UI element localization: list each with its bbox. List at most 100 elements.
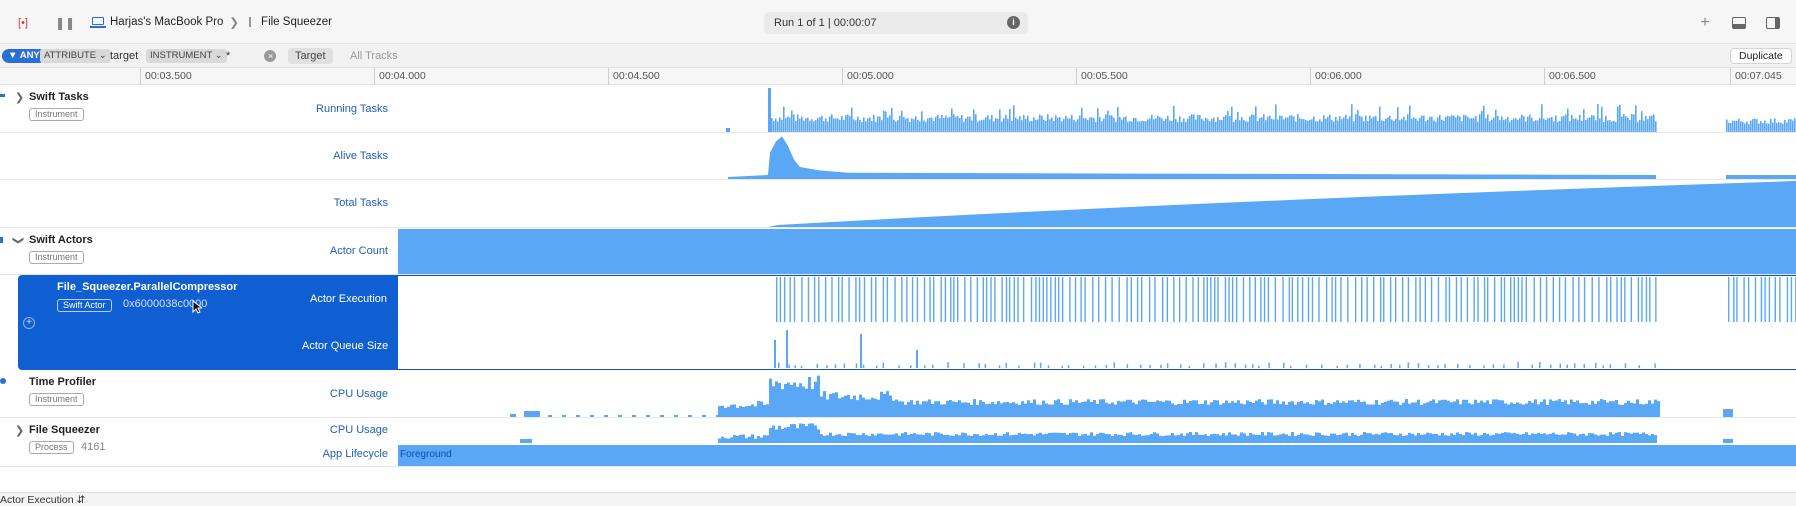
instrument-token[interactable]: INSTRUMENT ⌄ — [146, 49, 227, 63]
actor-queue-lane[interactable] — [398, 324, 1796, 368]
graph-bar — [1539, 362, 1541, 368]
graph-bar — [1246, 400, 1249, 417]
execution-interval — [801, 277, 803, 322]
graph-bar — [1265, 120, 1267, 132]
execution-interval — [1340, 277, 1342, 322]
graph-bar — [1387, 117, 1389, 132]
graph-bar — [1546, 404, 1549, 417]
running-tasks-lane[interactable] — [398, 86, 1796, 132]
graph-bar — [1072, 402, 1075, 417]
process-cpu-lane[interactable] — [398, 419, 1796, 443]
graph-bar — [1553, 121, 1555, 132]
graph-bar — [1653, 114, 1655, 132]
add-instrument-button[interactable]: + — [1694, 12, 1716, 34]
tab-target[interactable]: Target — [288, 48, 333, 64]
disclosure-right-icon[interactable]: ❯ — [15, 424, 24, 437]
graph-bar — [1489, 121, 1491, 132]
attribute-value[interactable]: target — [106, 49, 142, 63]
graph-bar — [862, 433, 865, 443]
toggle-right-panel-button[interactable] — [1762, 12, 1784, 34]
graph-bar — [1438, 400, 1441, 417]
actor-count-lane[interactable] — [398, 229, 1796, 274]
graph-bar — [1409, 105, 1411, 132]
execution-interval — [1424, 277, 1427, 322]
detail-selector[interactable]: Actor Execution ⇵ — [0, 494, 85, 506]
app-lifecycle-lane[interactable]: Foreground — [398, 445, 1796, 466]
graph-bar — [1339, 116, 1341, 132]
graph-bar — [1117, 400, 1120, 417]
alive-tasks-lane[interactable] — [398, 134, 1796, 179]
execution-interval — [1154, 277, 1156, 322]
clear-filter-icon[interactable]: × — [264, 50, 276, 62]
execution-interval — [1448, 277, 1451, 322]
disclosure-right-icon[interactable]: ❯ — [15, 91, 24, 104]
graph-bar — [751, 434, 754, 443]
graph-bar — [1601, 106, 1603, 132]
graph-bar — [892, 434, 895, 443]
any-label: ANY — [19, 50, 40, 61]
graph-bar — [1555, 434, 1558, 443]
graph-bar — [1591, 115, 1593, 132]
target-selector[interactable]: File Squeezer — [261, 16, 332, 28]
graph-bar — [889, 115, 891, 132]
graph-bar — [1537, 404, 1540, 417]
graph-bar — [1540, 434, 1543, 443]
graph-bar — [1732, 120, 1734, 132]
graph-bar — [1033, 435, 1036, 443]
graph-bar — [1746, 121, 1748, 132]
graph-bar — [1009, 108, 1011, 132]
graph-bar — [1318, 432, 1321, 443]
info-icon[interactable]: i — [1007, 16, 1020, 29]
record-button[interactable]: [•] — [12, 12, 34, 34]
duplicate-button[interactable]: Duplicate — [1730, 48, 1792, 64]
ruler-tick: 00:04.500 — [608, 68, 660, 85]
graph-bar — [876, 365, 878, 368]
graph-bar — [1111, 402, 1114, 417]
execution-interval — [813, 277, 816, 322]
graph-bar — [909, 365, 912, 368]
graph-bar — [1021, 434, 1024, 443]
graph-bar — [1075, 121, 1077, 132]
disclosure-down-icon[interactable]: ❯ — [12, 236, 25, 245]
graph-bar — [1255, 400, 1258, 417]
graph-bar — [827, 121, 829, 132]
device-selector[interactable]: Harjas's MacBook Pro — [110, 16, 223, 28]
add-track-icon[interactable]: + — [23, 317, 35, 329]
tab-all-tracks[interactable]: All Tracks — [346, 48, 402, 64]
execution-interval — [1415, 277, 1417, 322]
graph-bar — [829, 394, 832, 417]
attribute-token[interactable]: ATTRIBUTE ⌄ — [40, 49, 111, 63]
graph-bar — [1373, 364, 1376, 368]
graph-bar — [793, 424, 796, 443]
execution-interval — [1500, 277, 1503, 322]
graph-bar — [1345, 402, 1348, 417]
graph-bar — [837, 118, 839, 132]
graph-bar — [1306, 434, 1309, 443]
graph-bar — [1054, 432, 1057, 443]
graph-bar — [1462, 399, 1465, 417]
graph-bar — [1393, 434, 1396, 443]
timeline-ruler[interactable]: 00:03.500 00:04.000 00:04.500 00:05.000 … — [0, 68, 1796, 85]
execution-interval — [1460, 277, 1462, 322]
graph-bar — [1312, 404, 1315, 417]
instrument-value[interactable]: * — [222, 49, 234, 63]
graph-bar — [924, 365, 926, 368]
graph-bar — [1123, 435, 1126, 443]
track-label: Actor Count — [329, 245, 388, 257]
time-profiler-cpu-lane[interactable] — [398, 371, 1796, 417]
graph-bar — [721, 405, 724, 417]
graph-bar — [1535, 120, 1537, 132]
toggle-bottom-panel-button[interactable] — [1728, 12, 1750, 34]
execution-interval — [1754, 277, 1757, 322]
actor-execution-lane[interactable] — [398, 277, 1796, 322]
graph-bar — [1227, 110, 1229, 132]
graph-bar — [1177, 435, 1180, 443]
graph-bar — [871, 433, 874, 443]
graph-bar — [1243, 119, 1245, 132]
graph-bar — [1579, 434, 1582, 443]
graph-bar — [1231, 401, 1234, 417]
graph-bar — [1113, 117, 1115, 132]
pause-button[interactable]: ❚❚ — [54, 12, 76, 34]
total-tasks-lane[interactable] — [398, 181, 1796, 227]
graph-bar — [1531, 117, 1533, 132]
